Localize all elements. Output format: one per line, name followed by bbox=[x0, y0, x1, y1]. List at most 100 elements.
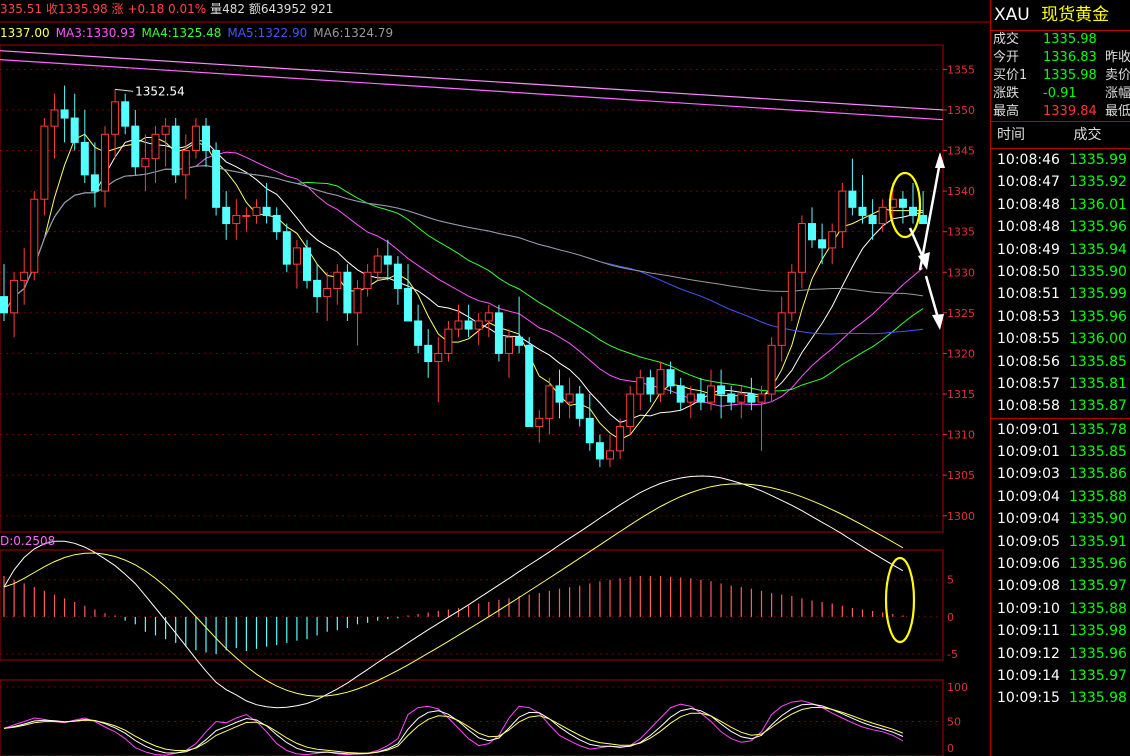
tick-row[interactable]: 10:09:08 1335.97 bbox=[991, 575, 1130, 597]
highlight-circle bbox=[884, 556, 916, 644]
tick-list-b[interactable]: 10:09:01 1335.78 10:09:01 1335.85 10:09:03 13… bbox=[991, 419, 1130, 710]
quote-header-bar: 335.51 收1335.98 涨 +0.18 0.01% 量482 额643952 … bbox=[0, 0, 990, 22]
tick-row[interactable]: 10:09:01 1335.78 bbox=[991, 419, 1130, 441]
tick-row[interactable]: 10:08:58 1335.87 bbox=[991, 395, 1130, 417]
tick-row[interactable]: 10:09:05 1335.91 bbox=[991, 531, 1130, 553]
candle-down bbox=[90, 174, 99, 192]
symbol-code: XAU bbox=[994, 5, 1030, 25]
tick-row[interactable]: 10:09:01 1335.85 bbox=[991, 441, 1130, 463]
panel-frame-2 bbox=[0, 679, 944, 756]
price-axis-label: 1330 bbox=[947, 266, 975, 279]
candle-up bbox=[565, 393, 574, 403]
tick-row[interactable]: 10:09:06 1335.96 bbox=[991, 553, 1130, 575]
candle-up bbox=[373, 255, 382, 273]
candle-down bbox=[717, 385, 726, 395]
quote-label-secondary: 卖价 bbox=[1105, 68, 1130, 83]
candlestick-series bbox=[0, 85, 928, 468]
ma-legend-item-4: MA6:1324.79 bbox=[313, 26, 394, 40]
tick-row[interactable]: 10:08:53 1335.96 bbox=[991, 306, 1130, 328]
macd-label: D:0.2508 bbox=[0, 534, 56, 548]
tick-price: 1335.87 bbox=[1069, 398, 1127, 415]
header-item-1: 收1335.98 bbox=[46, 2, 108, 16]
ma-legend-item-2: MA4:1325.48 bbox=[141, 26, 222, 40]
symbol-header[interactable]: XAU 现货黄金 bbox=[991, 0, 1130, 30]
tick-time: 10:09:10 bbox=[997, 600, 1060, 617]
candle-down bbox=[595, 442, 604, 460]
macd-axis-label: 5 bbox=[947, 574, 954, 587]
quote-row: 涨跌 -0.91 涨幅 bbox=[991, 85, 1130, 103]
tick-row[interactable]: 10:09:14 1335.97 bbox=[991, 665, 1130, 687]
tick-row[interactable]: 10:08:48 1336.01 bbox=[991, 194, 1130, 216]
kdj-j-line bbox=[3, 703, 904, 755]
quote-label: 今开 bbox=[993, 50, 1020, 65]
high-pointer bbox=[115, 88, 134, 92]
tick-time: 10:09:01 bbox=[997, 421, 1060, 438]
quote-label: 最高 bbox=[993, 104, 1020, 119]
symbol-name: 现货黄金 bbox=[1041, 5, 1110, 25]
tick-time: 10:09:12 bbox=[997, 645, 1060, 662]
candle-up bbox=[252, 206, 261, 216]
tick-row[interactable]: 10:08:47 1335.92 bbox=[991, 171, 1130, 193]
tick-time: 10:09:11 bbox=[997, 623, 1060, 640]
candle-up bbox=[616, 425, 625, 452]
price-axis-label: 1340 bbox=[947, 185, 975, 198]
candle-down bbox=[494, 312, 503, 354]
tick-row[interactable]: 10:08:51 1335.99 bbox=[991, 283, 1130, 305]
tick-row[interactable]: 10:09:10 1335.88 bbox=[991, 598, 1130, 620]
tick-row[interactable]: 10:08:46 1335.99 bbox=[991, 149, 1130, 171]
tick-list-header: 时间 成交 bbox=[991, 121, 1130, 149]
price-axis-label: 1325 bbox=[947, 307, 975, 320]
quote-row: 买价1 1335.98 卖价 bbox=[991, 67, 1130, 85]
candle-up bbox=[30, 198, 39, 273]
tick-time: 10:08:58 bbox=[997, 398, 1060, 415]
quote-side-panel: XAU 现货黄金 成交 1335.98 今开 1336.83 昨收 买价1 1335.98 卖… bbox=[990, 0, 1130, 756]
tick-row[interactable]: 10:09:04 1335.90 bbox=[991, 508, 1130, 530]
tick-row[interactable]: 10:09:12 1335.96 bbox=[991, 643, 1130, 665]
tick-time: 10:09:14 bbox=[997, 667, 1060, 684]
price-chart[interactable]: 1355 1350 1345 1340 1335 1330 1325 1320 1315 1310… bbox=[0, 0, 990, 756]
tick-row[interactable]: 10:09:03 1335.86 bbox=[991, 463, 1130, 485]
macd-axis-label: -5 bbox=[947, 648, 958, 661]
tick-price: 1335.98 bbox=[1069, 690, 1127, 707]
quote-label: 买价1 bbox=[993, 68, 1028, 83]
ma-legend-item-3: MA5:1322.90 bbox=[227, 26, 308, 40]
kdj-axis-label: 100 bbox=[947, 681, 968, 694]
tick-row[interactable]: 10:08:57 1335.81 bbox=[991, 373, 1130, 395]
tick-row[interactable]: 10:08:55 1336.00 bbox=[991, 328, 1130, 350]
candle-up bbox=[545, 385, 554, 419]
quote-label: 成交 bbox=[993, 32, 1020, 47]
macd-dif-line bbox=[3, 475, 904, 709]
tick-time: 10:08:47 bbox=[997, 174, 1060, 191]
quote-value: -0.91 bbox=[1043, 86, 1077, 101]
tick-price: 1335.81 bbox=[1069, 375, 1127, 392]
candle-up bbox=[878, 206, 887, 225]
candle-up bbox=[50, 109, 59, 127]
tick-time: 10:08:48 bbox=[997, 196, 1060, 213]
price-axis-label: 1320 bbox=[947, 347, 975, 360]
tick-row[interactable]: 10:08:56 1335.85 bbox=[991, 351, 1130, 373]
candle-down bbox=[282, 231, 291, 265]
tick-price: 1335.85 bbox=[1069, 444, 1127, 461]
tick-row[interactable]: 10:09:11 1335.98 bbox=[991, 620, 1130, 642]
candle-up bbox=[626, 393, 635, 427]
candle-up bbox=[606, 450, 614, 460]
tick-list-a[interactable]: 10:08:46 1335.99 10:08:47 1335.92 10:08:48 13… bbox=[991, 149, 1130, 418]
candle-up bbox=[757, 393, 766, 403]
tick-row[interactable]: 10:09:04 1335.88 bbox=[991, 486, 1130, 508]
tick-row[interactable]: 10:08:49 1335.94 bbox=[991, 239, 1130, 261]
tick-row[interactable]: 10:08:50 1335.90 bbox=[991, 261, 1130, 283]
candle-up bbox=[242, 214, 251, 217]
tick-price: 1335.94 bbox=[1069, 241, 1127, 258]
tick-price: 1335.86 bbox=[1069, 466, 1127, 483]
tick-time: 10:09:06 bbox=[997, 556, 1060, 573]
candle-down bbox=[60, 109, 69, 119]
candle-up bbox=[181, 150, 190, 176]
candle-down bbox=[212, 150, 221, 208]
ma-legend-item-1: MA3:1330.93 bbox=[55, 26, 136, 40]
tick-row[interactable]: 10:08:48 1335.96 bbox=[991, 216, 1130, 238]
candle-down bbox=[696, 393, 705, 403]
tick-row[interactable]: 10:09:15 1335.98 bbox=[991, 687, 1130, 709]
price-axis-label: 1300 bbox=[947, 510, 975, 523]
tick-time: 10:09:04 bbox=[997, 488, 1060, 505]
candle-down bbox=[868, 214, 877, 225]
